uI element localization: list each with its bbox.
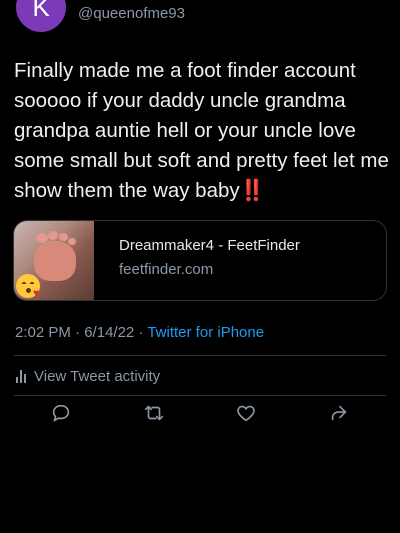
meta-separator: · <box>138 324 144 341</box>
tweet-source[interactable]: Twitter for iPhone <box>147 324 264 341</box>
double-exclamation-emoji: ‼️ <box>239 179 265 202</box>
card-title: Dreammaker4 - FeetFinder <box>119 237 300 254</box>
divider <box>14 395 386 396</box>
view-activity-label: View Tweet activity <box>34 368 161 385</box>
card-thumbnail: ♥ <box>14 221 94 300</box>
reply-icon[interactable] <box>50 402 74 426</box>
meta-separator: · <box>75 324 81 341</box>
link-card[interactable]: ♥ Dreammaker4 - FeetFinder feetfinder.co… <box>13 220 387 301</box>
author-handle[interactable]: @queenofme93 <box>78 5 185 22</box>
author-avatar[interactable]: K <box>16 0 66 32</box>
tweet-date[interactable]: 6/14/22 <box>84 324 134 341</box>
card-domain: feetfinder.com <box>119 261 214 278</box>
view-activity-link[interactable]: View Tweet activity <box>16 368 160 385</box>
tweet-meta: 2:02 PM · 6/14/22 · Twitter for iPhone <box>15 324 264 341</box>
face-blowing-kiss-icon: ♥ <box>16 274 40 299</box>
tweet-text: Finally made me a foot finder account so… <box>14 56 389 206</box>
retweet-icon[interactable] <box>143 402 167 426</box>
tweet-body: Finally made me a foot finder account so… <box>14 59 389 202</box>
bar-chart-icon <box>16 370 26 383</box>
share-icon[interactable] <box>328 402 352 426</box>
tweet-time[interactable]: 2:02 PM <box>15 324 71 341</box>
like-icon[interactable] <box>235 402 259 426</box>
divider <box>14 355 386 356</box>
tweet-actions <box>0 402 400 428</box>
